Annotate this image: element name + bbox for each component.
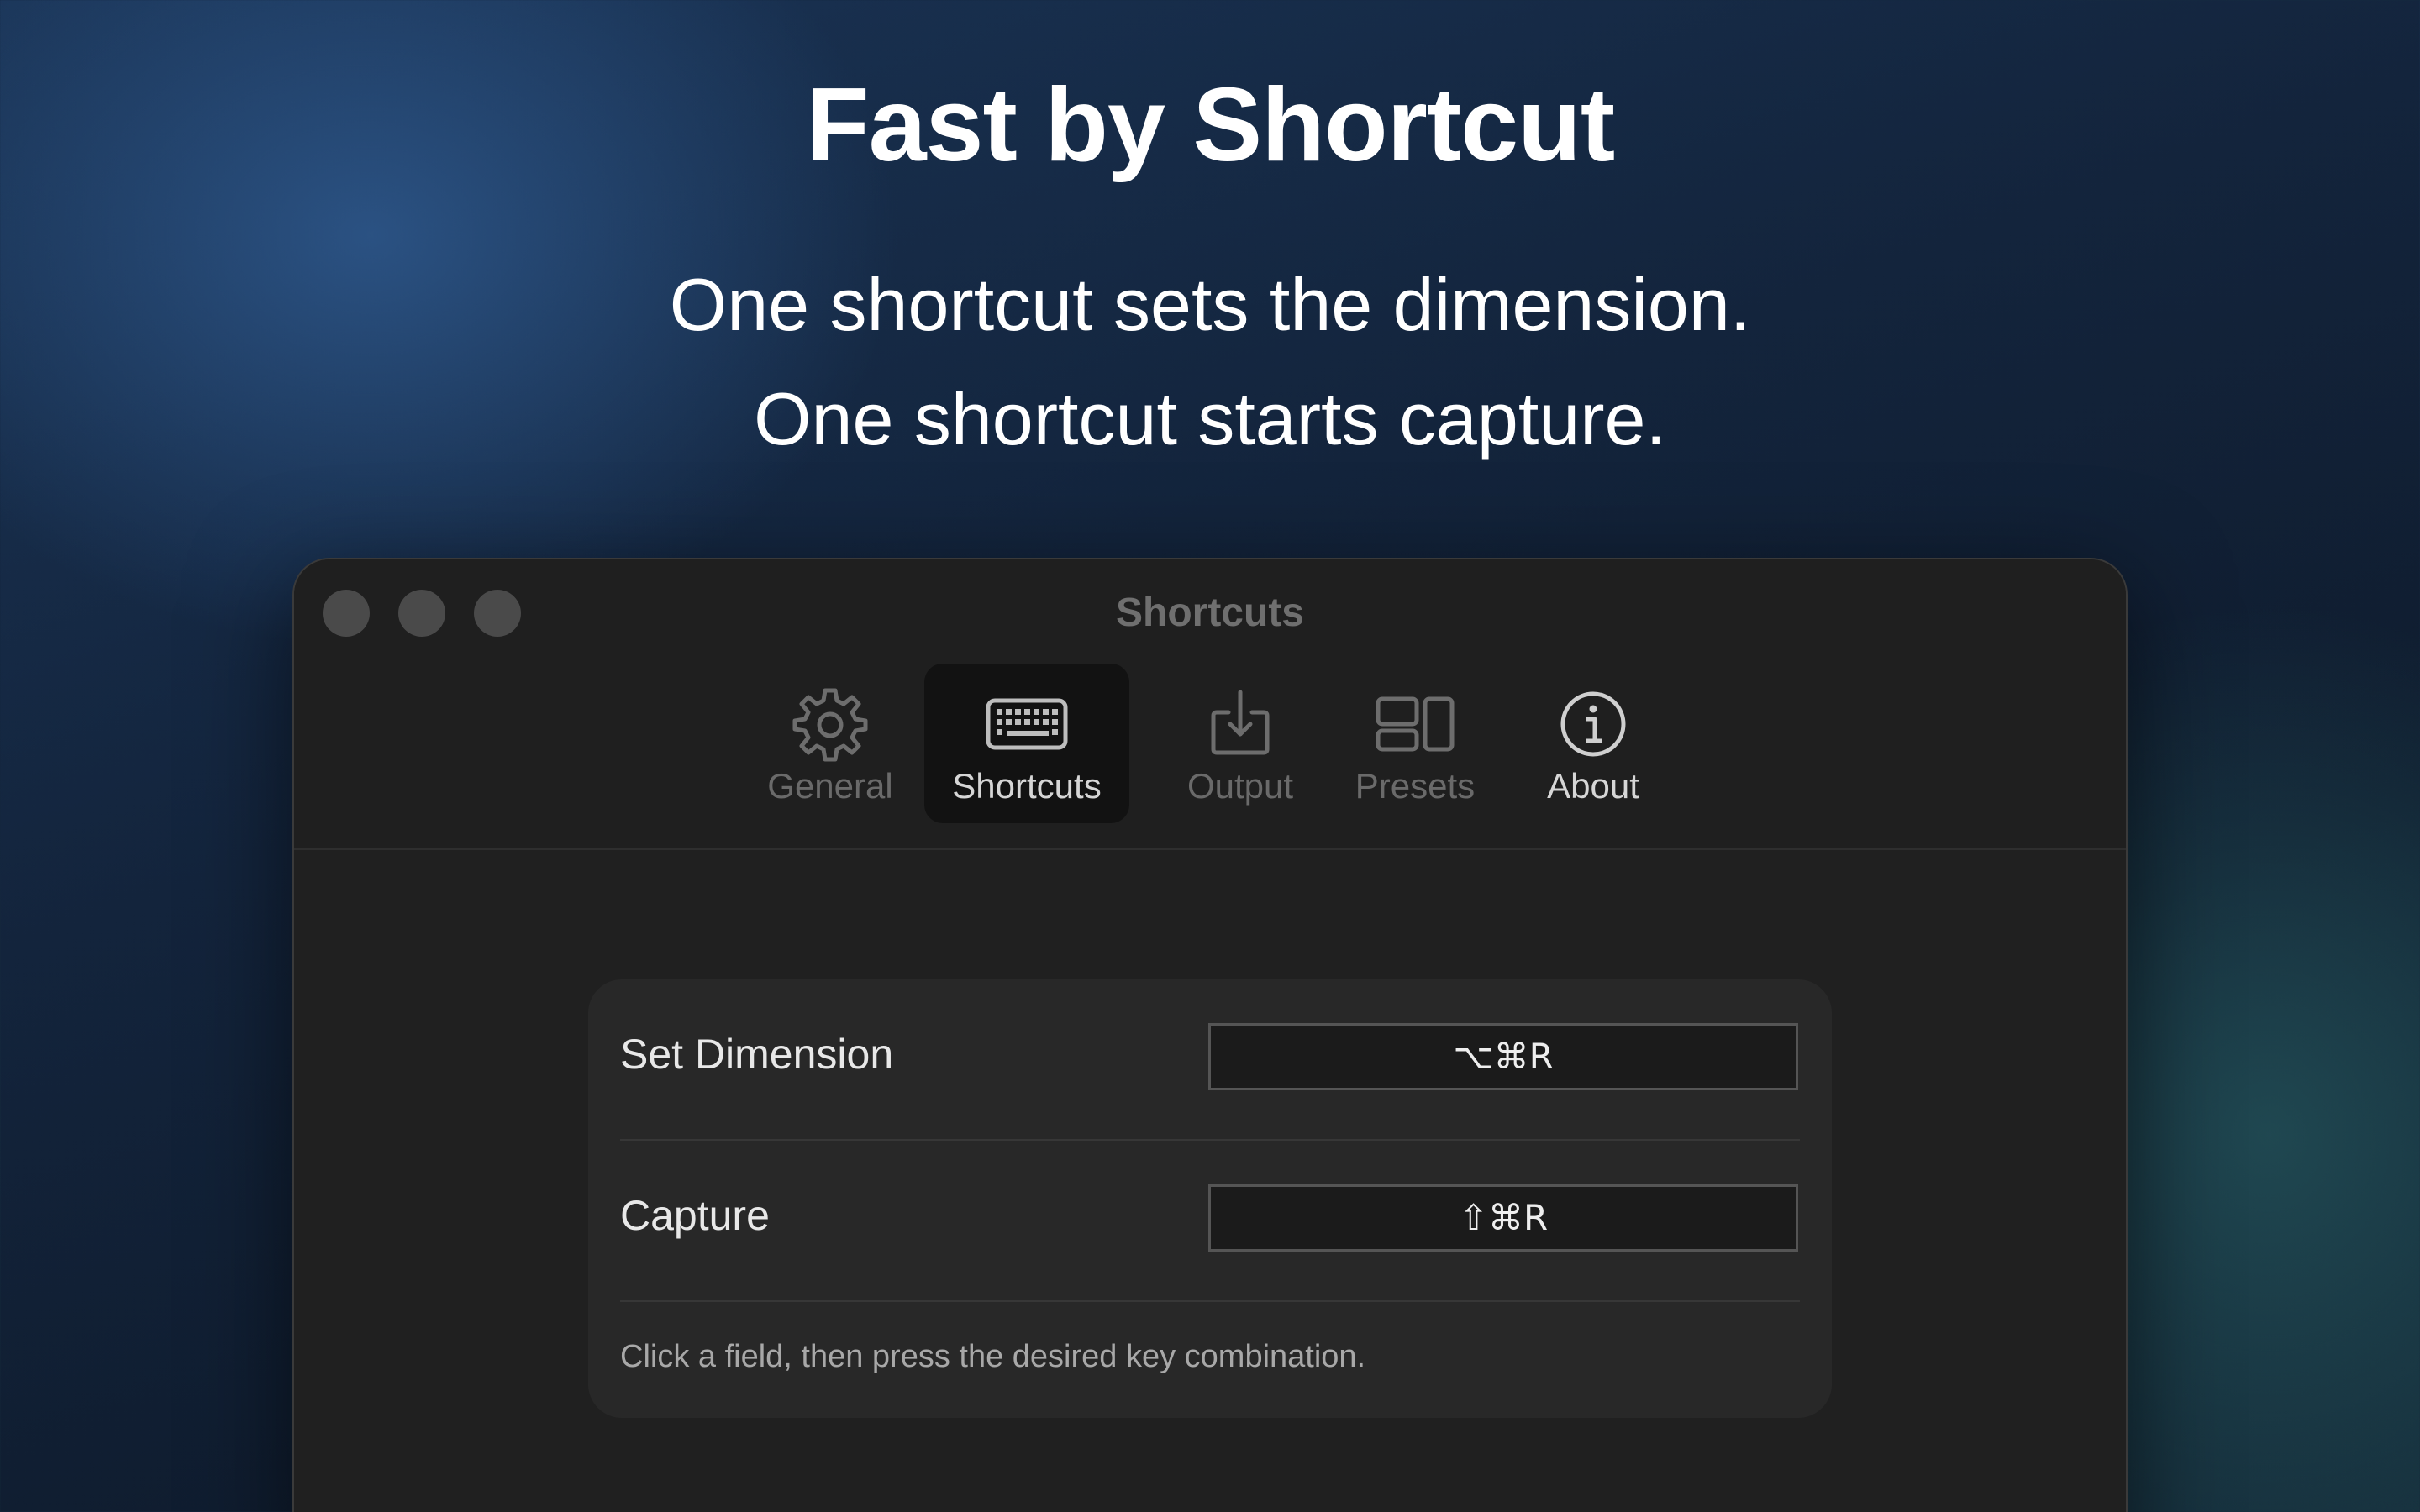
info-circle-icon — [1560, 691, 1626, 757]
gear-icon — [792, 688, 868, 762]
shortcuts-panel: Set Dimension ⌥⌘R Capture ⇧⌘R Click a fi… — [588, 979, 1832, 1418]
window-title: Shortcuts — [1115, 591, 1304, 635]
tab-presets-label: Presets — [1355, 766, 1476, 806]
shortcut-hint-text: Click a field, then press the desired ke… — [620, 1339, 1366, 1374]
tab-shortcuts-label: Shortcuts — [952, 766, 1102, 806]
set-dimension-label: Set Dimension — [620, 1031, 894, 1078]
layout-presets-icon — [1376, 696, 1455, 752]
tab-about-label: About — [1547, 766, 1639, 806]
download-tray-icon — [1211, 690, 1270, 755]
capture-shortcut-field[interactable]: ⇧⌘R — [1208, 1184, 1798, 1252]
keyboard-icon — [986, 698, 1068, 750]
capture-label: Capture — [620, 1192, 770, 1239]
preferences-window: Shortcuts General Shortcuts Output Prese… — [292, 558, 2128, 1512]
hero-subtitle-line-2: One shortcut starts capture. — [754, 377, 1666, 460]
row-divider — [620, 1300, 1800, 1302]
preferences-toolbar: General Shortcuts Output Presets About — [294, 664, 2126, 823]
tab-general-label: General — [767, 766, 893, 806]
set-dimension-shortcut-field[interactable]: ⌥⌘R — [1208, 1023, 1798, 1090]
hero-subtitle-line-1: One shortcut sets the dimension. — [669, 263, 1751, 346]
tab-general[interactable]: General — [758, 664, 902, 823]
tab-output-label: Output — [1186, 766, 1294, 806]
hero-title: Fast by Shortcut — [805, 67, 1615, 183]
tab-shortcuts[interactable]: Shortcuts — [924, 664, 1129, 823]
tab-presets[interactable]: Presets — [1339, 664, 1491, 823]
row-divider — [620, 1139, 1800, 1141]
window-titlebar: Shortcuts General Shortcuts Output Prese… — [294, 559, 2126, 850]
tab-output[interactable]: Output — [1165, 664, 1316, 823]
tab-about[interactable]: About — [1518, 664, 1669, 823]
